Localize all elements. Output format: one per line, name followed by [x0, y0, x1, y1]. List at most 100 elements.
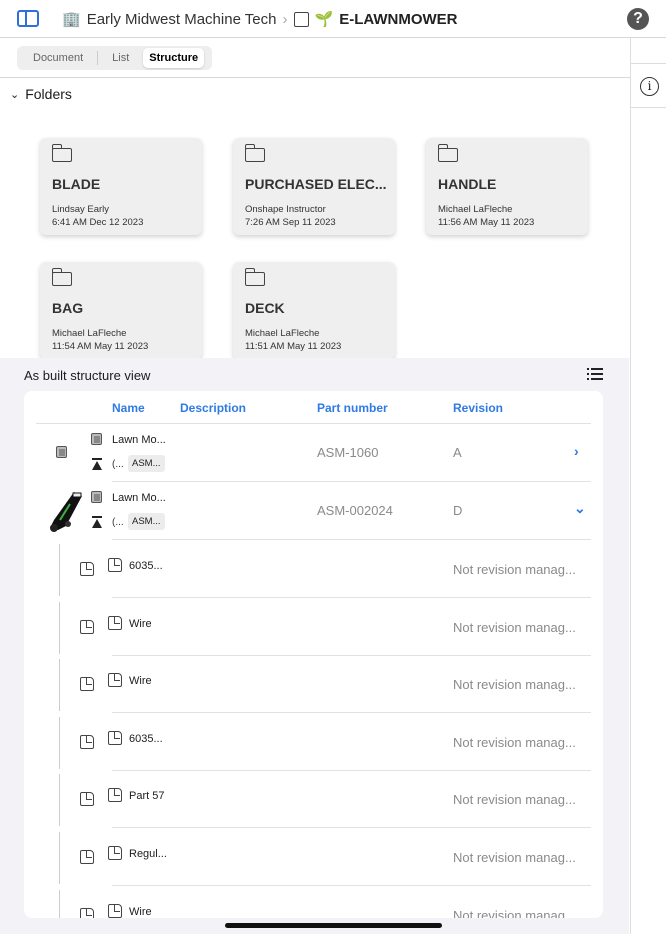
part-row[interactable]: 6035... Not revision manag... [24, 540, 603, 598]
revision: Not revision manag... [453, 562, 576, 577]
tree-line [59, 889, 60, 918]
sidebar-toggle-icon[interactable] [17, 10, 39, 27]
leaf-icon: 🌱 [314, 11, 334, 28]
folder-icon [51, 144, 72, 162]
right-panel [630, 38, 666, 934]
tab-document[interactable]: Document [19, 48, 97, 68]
breadcrumb-workspace[interactable]: Early Midwest Machine Tech [87, 11, 277, 28]
assembly-name: Lawn Mo... [112, 434, 166, 446]
folder-icon [51, 268, 72, 286]
help-icon[interactable]: ? [627, 8, 649, 30]
folder-name: DECK [245, 300, 285, 316]
folder-card[interactable]: BAG Michael LaFleche 11:54 AM May 11 202… [40, 262, 202, 359]
folder-date: 11:51 AM May 11 2023 [245, 341, 342, 352]
folder-date: 11:54 AM May 11 2023 [52, 341, 149, 352]
folder-card[interactable]: HANDLE Michael LaFleche 11:56 AM May 11 … [426, 138, 588, 235]
assembly-row[interactable]: Lawn Mo... (... ASM... ASM-002024 D ⌄ [24, 482, 603, 540]
folder-date: 6:41 AM Dec 12 2023 [52, 217, 144, 228]
part-icon [108, 903, 122, 918]
part-name: Part 57 [129, 790, 165, 803]
structure-title: As built structure view [24, 368, 151, 383]
folder-card[interactable]: PURCHASED ELEC... Onshape Instructor 7:2… [233, 138, 395, 235]
info-icon[interactable]: i [640, 77, 659, 96]
tree-line [59, 774, 60, 827]
part-number-badge: ASM... [128, 455, 165, 472]
folder-card[interactable]: BLADE Lindsay Early 6:41 AM Dec 12 2023 [40, 138, 202, 235]
folder-icon [244, 144, 265, 162]
revision: Not revision manag... [453, 734, 576, 750]
part-thumbnail-icon [80, 619, 94, 634]
chevron-down-icon[interactable]: ⌄ [574, 500, 586, 517]
tree-line [59, 659, 60, 712]
part-thumbnail-icon [80, 850, 94, 864]
part-icon [108, 788, 122, 803]
column-header-name[interactable]: Name [112, 401, 145, 415]
divider [631, 63, 666, 64]
part-thumbnail-icon [80, 677, 94, 692]
revision: Not revision manag... [453, 850, 576, 865]
home-indicator[interactable] [225, 923, 442, 928]
part-number: ASM-1060 [317, 445, 379, 460]
folder-date: 11:56 AM May 11 2023 [438, 217, 535, 228]
assembly-row[interactable]: Lawn Mo... (... ASM... ASM-1060 A › [24, 424, 603, 482]
folder-owner: Onshape Instructor [245, 204, 326, 215]
part-name: Wire [129, 905, 152, 918]
revision: Not revision manag... [453, 907, 576, 918]
divider [0, 77, 630, 78]
folder-owner: Michael LaFleche [438, 204, 513, 215]
revision: A [453, 445, 462, 460]
folder-owner: Michael LaFleche [52, 328, 127, 339]
folder-name: BAG [52, 300, 84, 316]
part-thumbnail-icon [80, 792, 94, 807]
part-icon [108, 615, 122, 630]
part-row[interactable]: Wire Not revision manag... [24, 655, 603, 714]
folder-name: HANDLE [438, 176, 497, 192]
tree-line [59, 832, 60, 884]
version-label: (... [112, 517, 124, 528]
chevron-right-icon[interactable]: › [574, 443, 579, 459]
folders-header[interactable]: ⌄ Folders [10, 86, 72, 102]
structure-table: Name Description Part number Revision La… [24, 391, 603, 918]
part-name: Wire [129, 675, 152, 688]
version-label: (... [112, 459, 124, 470]
assembly-icon [91, 433, 102, 445]
folder-card[interactable]: DECK Michael LaFleche 11:51 AM May 11 20… [233, 262, 395, 359]
divider [631, 107, 666, 108]
column-header-part-number[interactable]: Part number [317, 401, 388, 415]
part-row[interactable]: Wire Not revision manag... [24, 886, 603, 918]
part-thumbnail-icon [80, 562, 94, 576]
folder-date: 7:26 AM Sep 11 2023 [245, 217, 336, 228]
folders-title: Folders [25, 86, 72, 102]
version-icon [92, 458, 102, 470]
part-icon [108, 558, 122, 572]
part-row[interactable]: 6035... Not revision manag... [24, 713, 603, 771]
folder-icon [244, 268, 265, 286]
breadcrumb-document[interactable]: E-LAWNMOWER [339, 11, 457, 28]
revision: Not revision manag... [453, 677, 576, 693]
breadcrumb: 🏢 Early Midwest Machine Tech › 🌱 E-LAWNM… [62, 10, 458, 29]
assembly-thumbnail-icon [56, 446, 67, 458]
tree-line [59, 716, 60, 769]
folder-owner: Lindsay Early [52, 204, 110, 215]
part-row[interactable]: Regul... Not revision manag... [24, 828, 603, 886]
part-name: 6035... [129, 732, 163, 745]
part-icon [108, 846, 122, 860]
document-icon [293, 11, 309, 27]
view-tabs: Document List Structure [17, 46, 212, 70]
folder-owner: Michael LaFleche [245, 328, 320, 339]
part-row[interactable]: Part 57 Not revision manag... [24, 770, 603, 829]
part-name: Wire [129, 617, 152, 630]
tab-structure[interactable]: Structure [143, 48, 205, 68]
part-row[interactable]: Wire Not revision manag... [24, 598, 603, 656]
part-thumbnail-icon [80, 907, 94, 918]
column-header-description[interactable]: Description [180, 401, 246, 415]
version-icon [92, 516, 102, 528]
list-view-icon[interactable] [587, 366, 603, 382]
folder-name: PURCHASED ELEC... [245, 176, 387, 192]
column-header-revision[interactable]: Revision [453, 401, 503, 415]
chevron-right-icon: › [282, 10, 288, 28]
part-name: 6035... [129, 560, 163, 572]
tab-list[interactable]: List [98, 48, 143, 68]
assembly-icon [91, 491, 102, 503]
part-number-badge: ASM... [128, 513, 165, 530]
